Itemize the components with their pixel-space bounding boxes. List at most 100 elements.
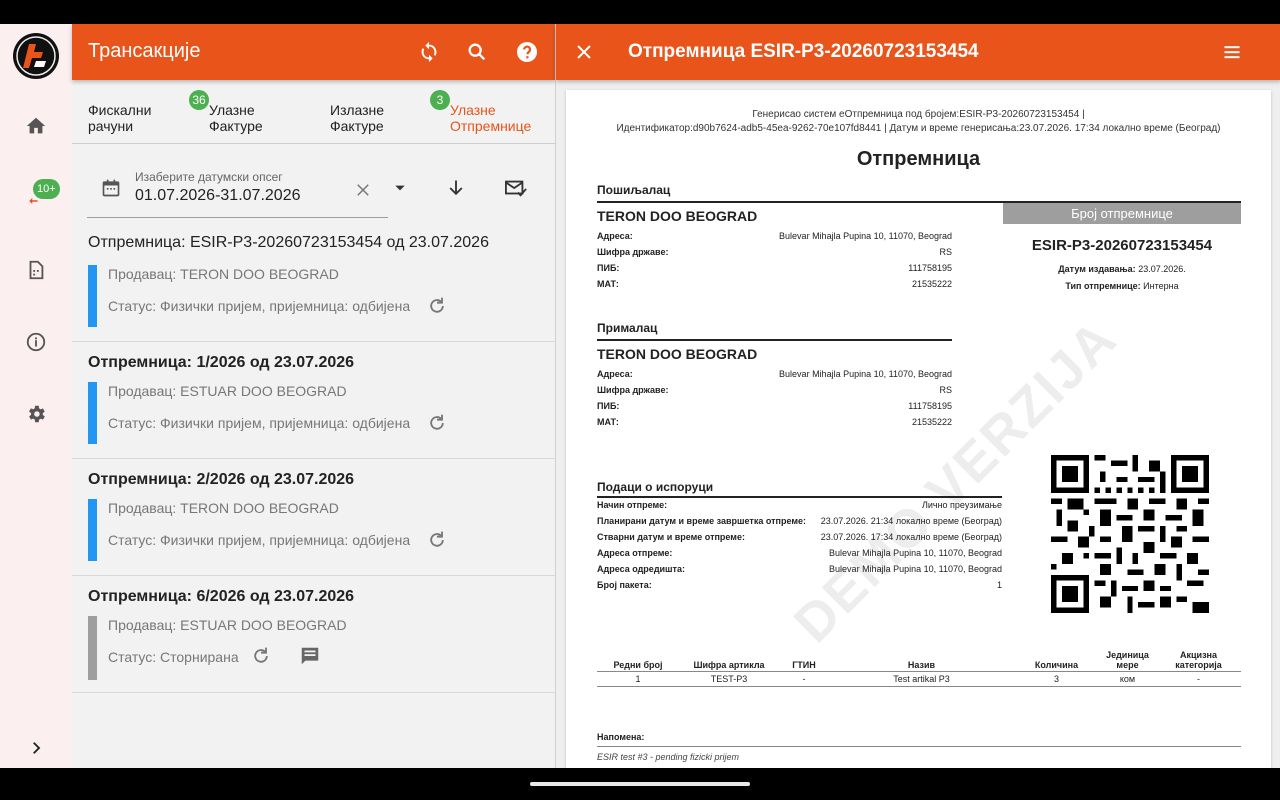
document-number: ESIR-P3-20260723153454: [1031, 237, 1213, 254]
field-value: Bulevar Mihajla Pupina 10, 11070, Beogra…: [829, 564, 1002, 574]
item-title: Отпремница: ESIR-P3-20260723153454 од 23…: [88, 234, 489, 251]
item-title: Отпремница: 2/2026 од 23.07.2026: [88, 471, 355, 488]
field-label: Адреса:: [597, 369, 633, 379]
home-icon[interactable]: [22, 112, 50, 140]
column-header: Акцизна категорија: [1156, 645, 1241, 672]
tab-incoming-dispatch-notes[interactable]: Улазне Отпремнице: [450, 102, 531, 134]
list-item[interactable]: Отпремница: 1/2026 од 23.07.2026 Продава…: [72, 342, 555, 459]
document-number-label: Број отпремнице: [1003, 203, 1241, 224]
column-header: Шифра артикла: [679, 645, 779, 672]
list-item[interactable]: Отпремница: 6/2026 од 23.07.2026 Продава…: [72, 576, 555, 693]
transactions-panel: Трансакције Фискални рачуни 36 Улазне Фа…: [72, 24, 555, 768]
tab-label: Фискални рачуни: [88, 102, 152, 134]
document-panel: Отпремница ESIR-P3-20260723153454 Генери…: [555, 24, 1280, 780]
tab-divider: [72, 143, 555, 144]
tab-label: Улазне Фактуре: [209, 102, 263, 134]
list-item[interactable]: Отпремница: 2/2026 од 23.07.2026 Продава…: [72, 459, 555, 576]
refresh-icon[interactable]: [249, 644, 273, 668]
refresh-icon[interactable]: [425, 411, 449, 435]
document-icon[interactable]: [22, 256, 50, 284]
field-value: 1: [996, 580, 1002, 590]
sender-name: TERON DOO BEOGRAD: [597, 208, 758, 224]
header-line: Идентификатор:d90b7624-adb5-45ea-9262-70…: [616, 123, 1221, 134]
table-cell: -: [1156, 671, 1241, 687]
mark-read-icon[interactable]: [504, 176, 528, 200]
tab-outgoing-invoices[interactable]: Излазне Фактуре: [330, 102, 384, 134]
settings-icon[interactable]: [22, 400, 50, 428]
expand-chevron-icon[interactable]: [22, 734, 50, 762]
refresh-icon[interactable]: [425, 528, 449, 552]
field-label: Шифра државе:: [597, 385, 669, 395]
issue-date: Датум издавања: 23.07.2026.: [1003, 264, 1241, 274]
field-value: Лично преузимање: [921, 500, 1002, 510]
field-label: Планирани датум и време завршетка отпрем…: [597, 516, 806, 526]
receiver-name: TERON DOO BEOGRAD: [597, 346, 758, 362]
comment-icon[interactable]: [298, 644, 322, 668]
note-label: Напомена:: [597, 732, 645, 742]
date-range-field[interactable]: Изаберите датумски опсег 01.07.2026-31.0…: [87, 168, 388, 218]
issue-date-value: 23.07.2026.: [1138, 264, 1186, 274]
tab-label: Улазне Отпремнице: [450, 102, 532, 134]
column-header: ГТИН: [779, 645, 829, 672]
field-value: Bulevar Mihajla Pupina 10, 11070, Beogra…: [829, 548, 1002, 558]
sync-icon[interactable]: [415, 38, 443, 66]
transactions-badge: 10+: [33, 179, 60, 199]
item-seller: Продавац: TERON DOO BEOGRAD: [108, 266, 339, 282]
dispatch-type-label: Тип отпремнице:: [1065, 281, 1141, 291]
help-icon[interactable]: [513, 38, 541, 66]
field-label: Стварни датум и време отпреме:: [597, 532, 745, 542]
item-seller: Продавац: ESTUAR DOO BEOGRAD: [108, 383, 347, 399]
close-icon[interactable]: [570, 38, 598, 66]
refresh-icon[interactable]: [425, 294, 449, 318]
document-app-bar: Отпремница ESIR-P3-20260723153454: [556, 24, 1280, 80]
field-label: Начин отпреме:: [597, 500, 668, 510]
tab-label: Излазне Фактуре: [330, 102, 385, 134]
field-value: 111758195: [908, 401, 952, 411]
tab-badge: 3: [430, 90, 450, 110]
item-title: Отпремница: 6/2026 од 23.07.2026: [88, 588, 355, 605]
clear-icon[interactable]: [351, 178, 375, 202]
menu-icon[interactable]: [1218, 38, 1246, 66]
list-item[interactable]: Отпремница: ESIR-P3-20260723153454 од 23…: [72, 222, 555, 342]
table-cell: ком: [1099, 671, 1156, 687]
field-label: МАТ:: [597, 417, 619, 427]
section-divider: [597, 496, 1002, 498]
table-cell: Test artikal P3: [829, 671, 1014, 687]
status-bar-indicator: [88, 616, 97, 680]
field-value: Bulevar Mihajla Pupina 10, 11070, Beogra…: [779, 369, 952, 379]
item-seller: Продавац: TERON DOO BEOGRAD: [108, 500, 339, 516]
document-preview[interactable]: Генерисао систем еОтпремница под бројем:…: [566, 90, 1271, 780]
info-icon[interactable]: [22, 328, 50, 356]
home-gesture-pill[interactable]: [530, 782, 750, 786]
item-status: Статус: Физички пријем, пријемница: одби…: [108, 415, 411, 431]
table-cell: -: [779, 671, 829, 687]
field-label: ПИБ:: [597, 401, 620, 411]
logo-icon: [16, 36, 56, 76]
section-divider: [597, 339, 952, 341]
tab-fiscal-receipts[interactable]: Фискални рачуни: [88, 102, 151, 134]
field-value: RS: [939, 385, 952, 395]
tab-incoming-invoices[interactable]: Улазне Фактуре: [209, 102, 263, 134]
note-divider: [597, 746, 1241, 747]
sort-down-icon[interactable]: [444, 176, 468, 200]
screen: 10+ Трансакције Фискални рачуни 36 Улазн…: [0, 0, 1280, 800]
qr-code: [1051, 455, 1209, 613]
field-label: МАТ:: [597, 279, 619, 289]
tab-badge: 36: [189, 90, 209, 110]
field-value: RS: [939, 247, 952, 257]
field-value: 23.07.2026. 17:34 локално време (Београд…: [820, 532, 1002, 542]
sender-heading: Пошиљалац: [597, 183, 671, 197]
items-table: Редни број Шифра артикла ГТИН Назив Коли…: [597, 645, 1241, 687]
date-range-value: 01.07.2026-31.07.2026: [135, 187, 301, 204]
search-icon[interactable]: [463, 38, 491, 66]
field-value: 111758195: [908, 263, 952, 273]
dropdown-arrow-icon[interactable]: [388, 176, 412, 200]
field-label: Адреса одредишта:: [597, 564, 685, 574]
field-value: 21535222: [911, 279, 952, 289]
app-logo: [13, 33, 59, 79]
column-header: Јединица мере: [1099, 645, 1156, 672]
field-label: Адреса отпреме:: [597, 548, 673, 558]
field-label: Адреса:: [597, 231, 633, 241]
status-bar-indicator: [88, 265, 97, 327]
field-value: 21535222: [911, 417, 952, 427]
